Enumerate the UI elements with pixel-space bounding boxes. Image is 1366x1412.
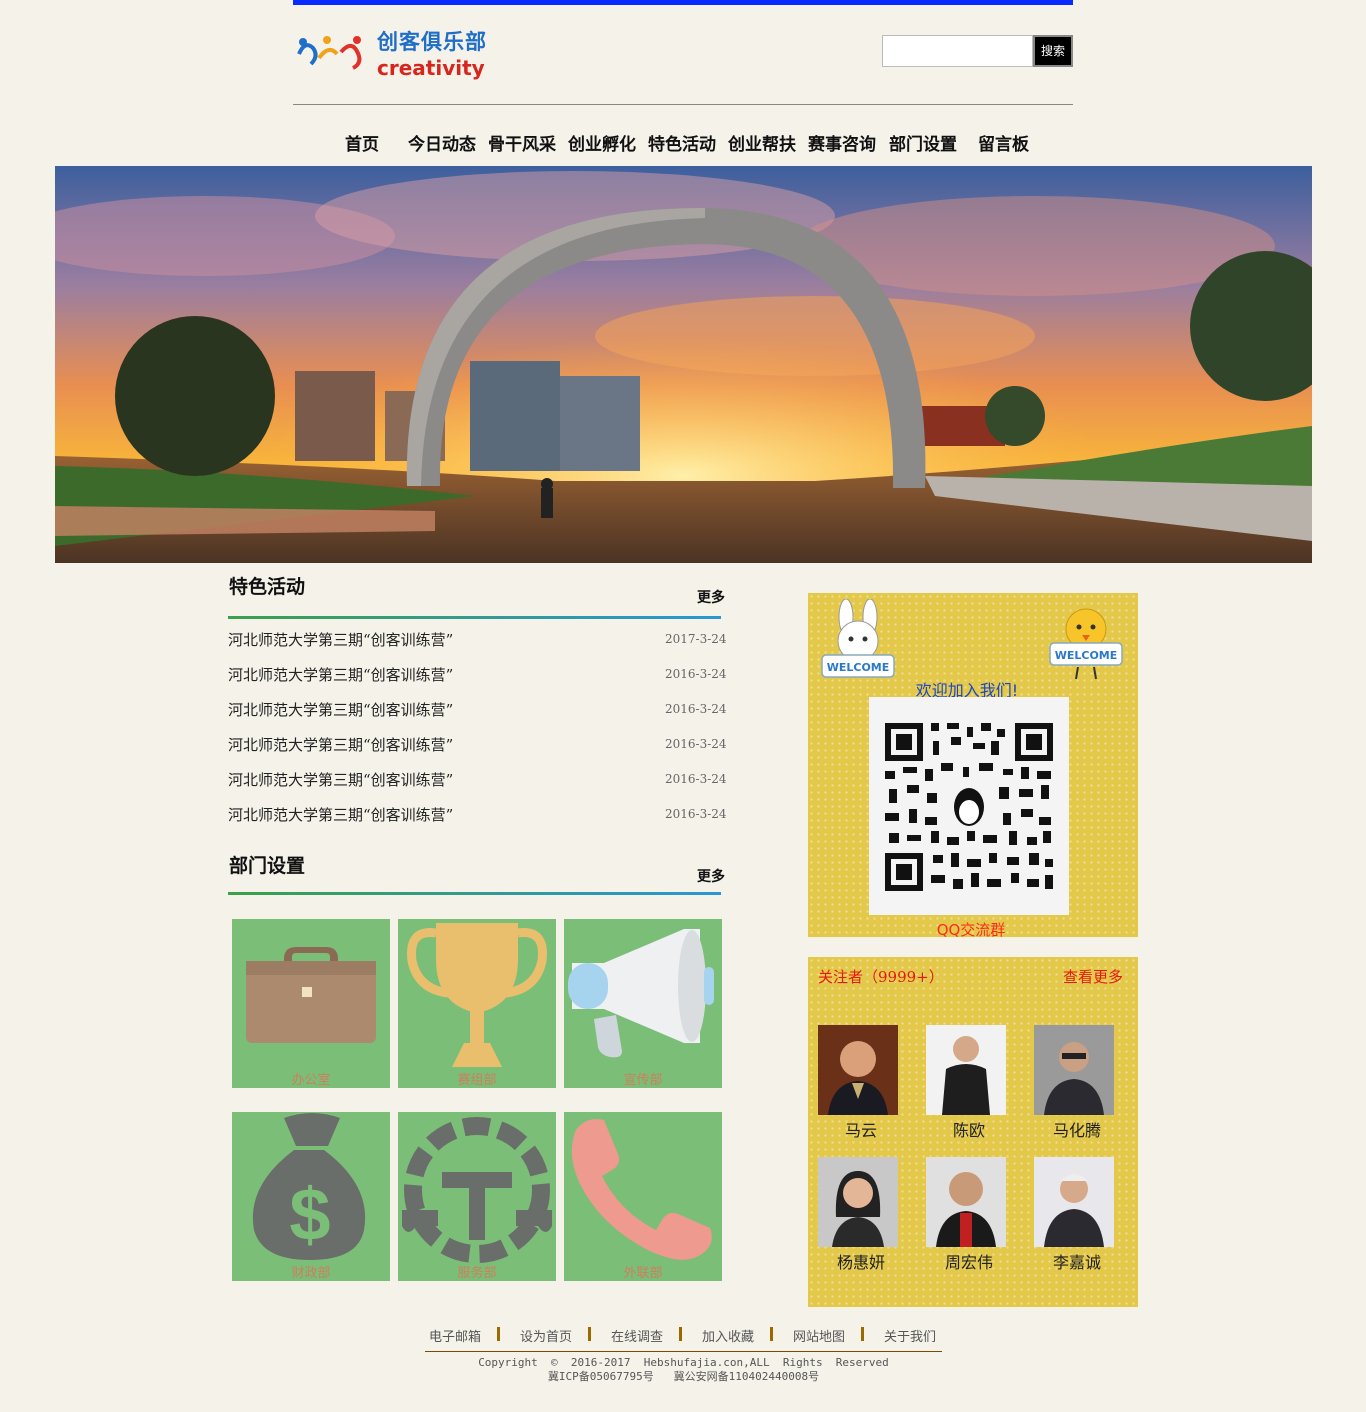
dept-label: 办公室 (291, 1073, 331, 1088)
departments-title: 部门设置 (229, 855, 306, 877)
news-item-date: 2016-3-24 (665, 667, 727, 681)
phone-icon (571, 1119, 712, 1260)
money-bag-icon: $ (252, 1113, 366, 1260)
nav-startup-support[interactable]: 创业帮扶 (728, 130, 796, 155)
footer-divider (425, 1351, 942, 1352)
nav-departments[interactable]: 部门设置 (889, 130, 957, 155)
tools-icon (402, 1117, 552, 1263)
dept-label: 宣传部 (623, 1073, 663, 1088)
copyright-block: Copyright © 2016-2017 Hebshufajia.con,AL… (425, 1356, 942, 1384)
qq-group-label[interactable]: QQ交流群 (808, 919, 1134, 940)
top-accent-bar (293, 0, 1073, 5)
follower-name[interactable]: 马化腾 (1027, 1117, 1127, 1141)
search-input[interactable] (882, 35, 1033, 67)
welcome-bunny-icon: WELCOME (821, 599, 895, 678)
dept-tile-service[interactable]: 服务部 (398, 1112, 556, 1281)
news-item-title[interactable]: 河北师范大学第三期“创客训练营” (228, 664, 453, 685)
logo-subtitle: creativity (377, 56, 485, 80)
nav-backbone-style[interactable]: 骨干风采 (488, 130, 556, 155)
follower-avatar[interactable] (1034, 1025, 1114, 1115)
dept-label: 财政部 (291, 1266, 331, 1281)
footer-link-about[interactable]: 关于我们 (884, 1326, 936, 1345)
follower-avatar[interactable] (1034, 1157, 1114, 1247)
news-item-date: 2016-3-24 (665, 702, 727, 716)
followers-more-link[interactable]: 查看更多 (1063, 966, 1123, 987)
dept-tile-publicity[interactable]: 宣传部 (564, 919, 722, 1088)
search-button[interactable]: 搜索 (1033, 35, 1073, 67)
news-item-date: 2016-3-24 (665, 737, 727, 751)
footer-link-sitemap[interactable]: 网站地图 (793, 1326, 845, 1345)
footer-link-bookmark[interactable]: 加入收藏 (702, 1326, 754, 1345)
follower-name[interactable]: 李嘉诚 (1027, 1249, 1127, 1273)
news-item-date: 2016-3-24 (665, 807, 727, 821)
megaphone-icon (568, 929, 714, 1058)
qr-code-icon (869, 697, 1069, 915)
follower-name[interactable]: 杨惠妍 (811, 1249, 911, 1273)
follower-avatar[interactable] (818, 1157, 898, 1247)
follower-name[interactable]: 马云 (811, 1117, 911, 1141)
logo-title: 创客俱乐部 (377, 30, 487, 54)
follower-name[interactable]: 陈欧 (919, 1117, 1019, 1141)
dept-tile-competition[interactable]: 赛组部 (398, 919, 556, 1088)
nav-incubation[interactable]: 创业孵化 (568, 130, 636, 155)
follower-avatar[interactable] (926, 1157, 1006, 1247)
departments-divider (228, 892, 721, 895)
nav-home[interactable]: 首页 (345, 130, 379, 155)
follower-avatar[interactable] (818, 1025, 898, 1115)
dept-label: 赛组部 (457, 1073, 497, 1088)
footer-link-email[interactable]: 电子邮箱 (429, 1326, 481, 1345)
featured-activities-more-link[interactable]: 更多 (697, 587, 725, 607)
featured-activities-title: 特色活动 (229, 576, 306, 598)
svg-text:WELCOME: WELCOME (827, 661, 890, 674)
footer-separator (861, 1327, 864, 1341)
svg-text:$: $ (289, 1173, 330, 1256)
news-item-date: 2016-3-24 (665, 772, 727, 786)
departments-more-link[interactable]: 更多 (697, 866, 725, 886)
footer-separator (588, 1327, 591, 1341)
news-item-title[interactable]: 河北师范大学第三期“创客训练营” (228, 629, 453, 650)
nav-today-news[interactable]: 今日动态 (408, 130, 476, 155)
news-item-date: 2017-3-24 (665, 632, 727, 646)
header-divider (293, 104, 1073, 105)
icp-record-text: 冀ICP备05067795号 冀公安网备110402440008号 (547, 1370, 820, 1383)
briefcase-icon (246, 947, 376, 1043)
footer-separator (679, 1327, 682, 1341)
nav-featured-activities[interactable]: 特色活动 (648, 130, 716, 155)
trophy-icon (407, 923, 547, 1067)
dept-label: 外联部 (623, 1266, 663, 1281)
footer-link-survey[interactable]: 在线调查 (611, 1326, 663, 1345)
dept-label: 服务部 (457, 1266, 497, 1281)
copyright-text: Copyright © 2016-2017 Hebshufajia.con,AL… (478, 1356, 889, 1369)
news-item-title[interactable]: 河北师范大学第三期“创客训练营” (228, 699, 453, 720)
logo-mark-icon (297, 36, 362, 70)
news-item-title[interactable]: 河北师范大学第三期“创客训练营” (228, 734, 453, 755)
follower-avatar[interactable] (926, 1025, 1006, 1115)
dept-tile-external[interactable]: 外联部 (564, 1112, 722, 1281)
nav-competition-info[interactable]: 赛事咨询 (808, 130, 876, 155)
follower-name[interactable]: 周宏伟 (919, 1249, 1019, 1273)
hero-banner-image (55, 166, 1312, 563)
footer-separator (770, 1327, 773, 1341)
footer-link-set-homepage[interactable]: 设为首页 (520, 1326, 572, 1345)
followers-count-label: 关注者（9999+） (818, 968, 944, 986)
footer-separator (497, 1327, 500, 1341)
nav-message-board[interactable]: 留言板 (978, 130, 1029, 155)
welcome-chick-icon: WELCOME (1049, 608, 1123, 680)
dept-tile-office[interactable]: 办公室 (232, 919, 390, 1088)
news-item-title[interactable]: 河北师范大学第三期“创客训练营” (228, 804, 453, 825)
dept-tile-finance[interactable]: $ 财政部 (232, 1112, 390, 1281)
qq-group-qr-code[interactable] (869, 697, 1069, 915)
news-item-title[interactable]: 河北师范大学第三期“创客训练营” (228, 769, 453, 790)
featured-activities-divider (228, 616, 721, 619)
site-logo[interactable]: 创客俱乐部 creativity (295, 26, 495, 86)
svg-text:WELCOME: WELCOME (1055, 649, 1118, 662)
